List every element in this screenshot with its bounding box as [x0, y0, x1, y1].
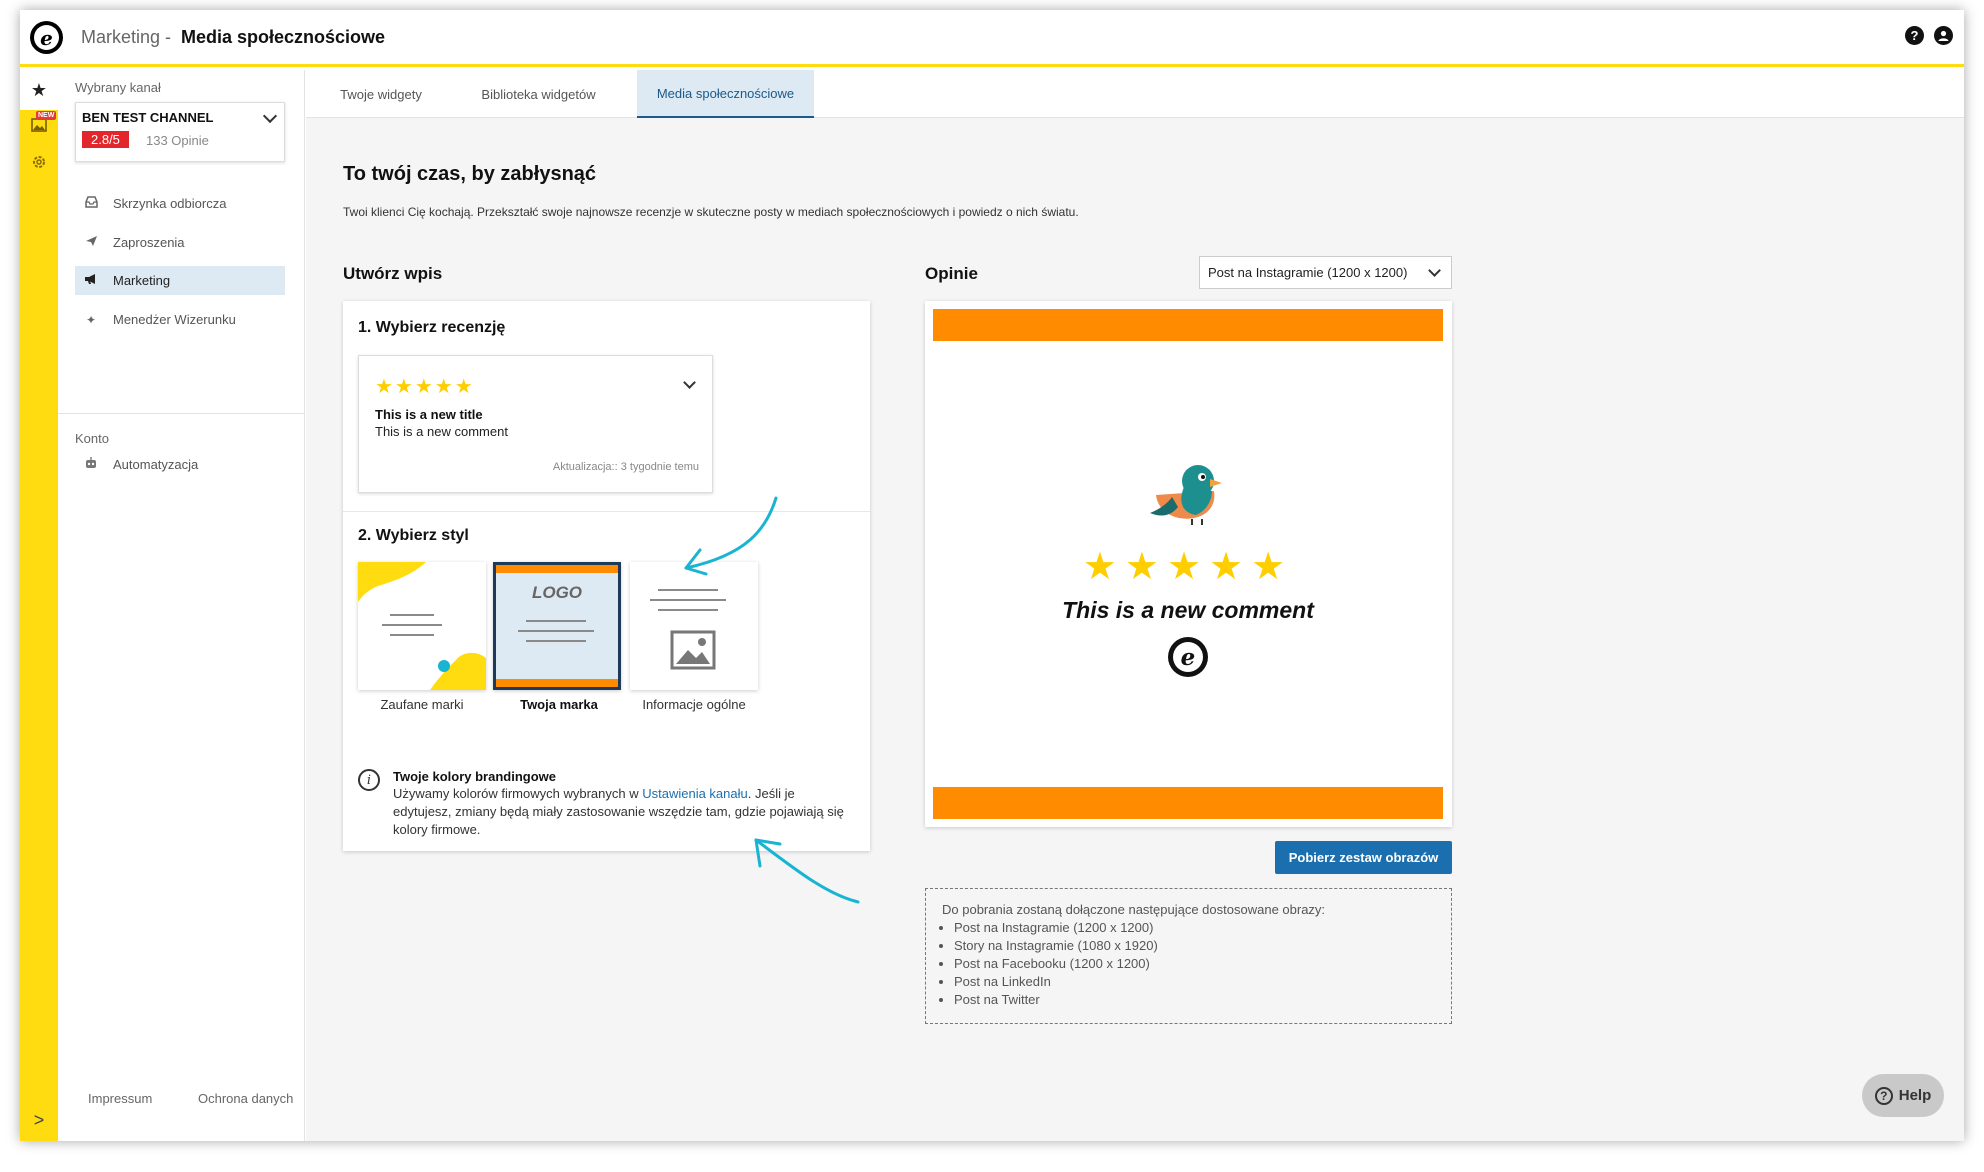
download-info-intro: Do pobrania zostaną dołączone następując… [942, 902, 1326, 917]
send-icon [83, 235, 99, 250]
review-comment: This is a new comment [375, 424, 508, 439]
preview-logo: e [1168, 637, 1208, 677]
sidebar-item-automation[interactable]: Automatyzacja [75, 450, 285, 479]
sidebar-item-label: Menedżer Wizerunku [113, 312, 236, 327]
style-label-your-brand: Twoja marka [520, 697, 598, 712]
channel-settings-link[interactable]: Ustawienia kanału [642, 786, 748, 801]
review-stars: ★★★★★ [375, 376, 475, 398]
list-item: Post na Facebooku (1200 x 1200) [954, 955, 1435, 973]
chevron-down-icon [683, 376, 696, 389]
chevron-down-icon [1428, 264, 1441, 277]
page-title: To twój czas, by zabłysnąć [343, 163, 597, 185]
format-select-value: Post na Instagramie (1200 x 1200) [1208, 265, 1408, 280]
style-label-general-info: Informacje ogólne [642, 697, 746, 712]
format-select[interactable]: Post na Instagramie (1200 x 1200) [1199, 256, 1452, 289]
inbox-icon [83, 196, 99, 211]
sidebar: Wybrany kanał BEN TEST CHANNEL 2.8/5 133… [58, 70, 305, 1141]
style-option-trusted-brands[interactable] [358, 562, 486, 690]
post-preview: ★★★★★ This is a new comment e [933, 309, 1443, 819]
create-post-card: 1. Wybierz recenzję ★★★★★ This is a new … [343, 301, 870, 851]
expand-chevron-icon[interactable]: > [20, 1110, 58, 1131]
main-content: Twoje widgety Biblioteka widgetów Media … [306, 70, 1964, 1141]
download-info-list: Post na Instagramie (1200 x 1200) Story … [954, 919, 1435, 1009]
tab-your-widgets[interactable]: Twoje widgety [306, 70, 456, 118]
megaphone-icon [83, 273, 99, 288]
impressum-link[interactable]: Impressum [88, 1091, 152, 1106]
post-preview-card: ★★★★★ This is a new comment e [925, 301, 1452, 827]
breadcrumb-current: Media społecznościowe [181, 27, 386, 47]
step1-heading: 1. Wybierz recenzję [358, 319, 506, 336]
tab-bar: Twoje widgety Biblioteka widgetów Media … [306, 70, 1964, 118]
help-icon[interactable]: ? [1905, 26, 1924, 45]
preview-comment: This is a new comment [1062, 597, 1314, 623]
list-item: Story na Instagramie (1080 x 1920) [954, 937, 1435, 955]
card-divider [343, 511, 870, 512]
preview-heading: Opinie [925, 264, 978, 283]
list-item: Post na LinkedIn [954, 973, 1435, 991]
breadcrumb-root[interactable]: Marketing [81, 27, 160, 48]
sidebar-item-label: Marketing [113, 273, 171, 288]
preview-bottom-bar [933, 787, 1443, 819]
sidebar-item-reputation-manager[interactable]: ✦ Menedżer Wizerunku [75, 305, 285, 334]
sparkle-icon: ✦ [85, 312, 97, 327]
rail-gear-icon[interactable] [27, 151, 51, 173]
question-icon: ? [1874, 1086, 1893, 1105]
app-window: e Marketing - Media społecznościowe ? ★ … [20, 10, 1964, 1141]
branding-title: Twoje kolory brandingowe [393, 769, 556, 784]
robot-icon [83, 457, 99, 472]
annotation-arrow-icon [684, 496, 778, 576]
bird-icon [1150, 465, 1222, 525]
annotation-arrow-icon [754, 838, 860, 904]
create-post-heading: Utwórz wpis [343, 264, 443, 283]
style-logo-placeholder: LOGO [531, 583, 583, 602]
rail-star-icon[interactable]: ★ [20, 70, 58, 110]
channel-selector[interactable]: BEN TEST CHANNEL 2.8/5 133 Opinie [75, 102, 285, 162]
channel-name: BEN TEST CHANNEL [82, 110, 214, 125]
sidebar-item-label: Skrzynka odbiorcza [113, 196, 227, 211]
sidebar-item-marketing[interactable]: Marketing [75, 266, 285, 295]
new-badge: NEW [36, 111, 57, 120]
app-logo[interactable]: e [30, 21, 63, 54]
channel-label: Wybrany kanał [75, 80, 161, 95]
channel-score-badge: 2.8/5 [82, 131, 129, 148]
privacy-link[interactable]: Ochrona danych [198, 1091, 293, 1106]
info-icon: i [358, 769, 380, 791]
review-selector[interactable]: ★★★★★ This is a new title This is a new … [358, 355, 713, 493]
page-subtitle: Twoi klienci Cię kochają. Przekształć sw… [343, 205, 1079, 219]
top-header: e Marketing - Media społecznościowe ? [20, 10, 1964, 67]
help-button[interactable]: ? Help [1862, 1074, 1944, 1117]
sidebar-item-inbox[interactable]: Skrzynka odbiorcza [75, 189, 285, 218]
image-placeholder-icon [670, 630, 716, 670]
download-images-button[interactable]: Pobierz zestaw obrazów [1275, 841, 1452, 874]
help-button-label: Help [1898, 1087, 1932, 1104]
sidebar-divider [58, 413, 305, 414]
review-title: This is a new title [375, 407, 483, 422]
account-section-label: Konto [75, 431, 109, 446]
breadcrumb-separator: - [165, 27, 171, 47]
style-option-general-info[interactable] [630, 562, 758, 690]
account-icon[interactable] [1934, 26, 1953, 45]
tab-social-media[interactable]: Media społecznościowe [637, 70, 814, 118]
step2-heading: 2. Wybierz styl [358, 527, 469, 544]
style-option-your-brand[interactable]: LOGO [493, 562, 621, 690]
channel-review-count: 133 Opinie [146, 133, 209, 148]
preview-stars: ★★★★★ [1082, 546, 1294, 588]
download-info-box: Do pobrania zostaną dołączone następując… [925, 888, 1452, 1024]
sidebar-item-label: Automatyzacja [113, 457, 199, 472]
chevron-down-icon [262, 108, 278, 124]
style-label-trusted-brands: Zaufane marki [380, 697, 464, 712]
list-item: Post na Instagramie (1200 x 1200) [954, 919, 1435, 937]
sidebar-item-label: Zaproszenia [113, 235, 185, 250]
logo-letter: e [34, 25, 59, 50]
tab-widget-library[interactable]: Biblioteka widgetów [461, 70, 616, 118]
trusted-brands-shapes [358, 562, 486, 690]
preview-top-bar [933, 309, 1443, 341]
review-updated: Aktualizacja:: 3 tygodnie temu [552, 461, 699, 473]
app-rail: ★ NEW > [20, 70, 58, 1141]
list-item: Post na Twitter [954, 991, 1435, 1009]
sidebar-item-invitations[interactable]: Zaproszenia [75, 228, 285, 257]
